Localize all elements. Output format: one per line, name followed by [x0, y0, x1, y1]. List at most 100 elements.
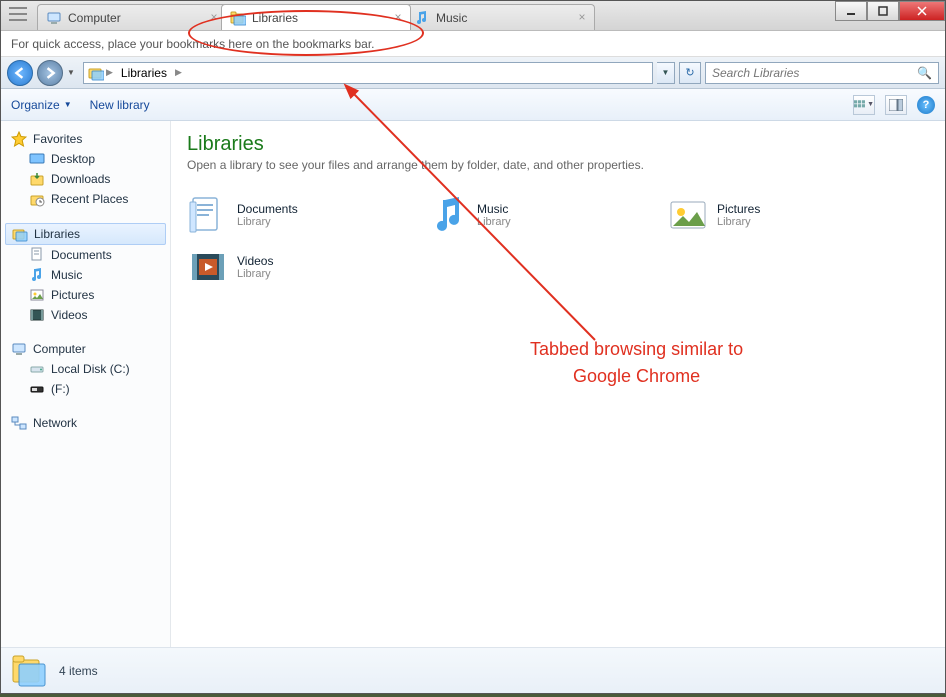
bookmarks-bar: For quick access, place your bookmarks h… [1, 31, 945, 57]
drive-icon [29, 361, 45, 377]
tab-computer[interactable]: Computer × [37, 4, 227, 30]
sidebar-network[interactable]: Network [1, 413, 170, 433]
sidebar-label: Downloads [51, 172, 110, 186]
library-item-videos[interactable]: VideosLibrary [187, 246, 387, 288]
command-bar: Organize ▼ New library ▼ ? [1, 89, 945, 121]
close-icon[interactable]: × [392, 11, 404, 23]
recent-icon [29, 191, 45, 207]
chevron-down-icon: ▼ [64, 100, 72, 109]
help-button[interactable]: ? [917, 96, 935, 114]
item-name: Pictures [717, 202, 760, 216]
maximize-button[interactable] [867, 1, 899, 21]
page-title: Libraries [187, 133, 929, 156]
new-library-label: New library [90, 98, 150, 112]
tab-music[interactable]: Music × [405, 4, 595, 30]
item-name: Documents [237, 202, 298, 216]
sidebar-label: Music [51, 268, 82, 282]
network-icon [11, 415, 27, 431]
libraries-icon [230, 10, 246, 26]
close-icon[interactable]: × [576, 11, 588, 23]
chevron-right-icon[interactable]: ▶ [173, 67, 184, 78]
nav-bar: ▼ ▶ Libraries ▶ ▼ ↻ 🔍 [1, 57, 945, 89]
change-view-button[interactable]: ▼ [853, 95, 875, 115]
address-bar[interactable]: ▶ Libraries ▶ [83, 62, 653, 84]
forward-button[interactable] [37, 60, 63, 86]
refresh-button[interactable]: ↻ [679, 62, 701, 84]
sidebar-item-documents[interactable]: Documents [1, 245, 170, 265]
sidebar-item-music[interactable]: Music [1, 265, 170, 285]
sidebar-item-downloads[interactable]: Downloads [1, 169, 170, 189]
item-type: Library [237, 268, 273, 280]
computer-icon [11, 341, 27, 357]
sidebar-label: Network [33, 416, 77, 430]
sidebar-item-pictures[interactable]: Pictures [1, 285, 170, 305]
sidebar-label: Favorites [33, 132, 82, 146]
star-icon [11, 131, 27, 147]
address-dropdown-icon[interactable]: ▼ [657, 62, 675, 84]
music-icon [29, 267, 45, 283]
bookmarks-hint: For quick access, place your bookmarks h… [11, 37, 375, 51]
sidebar-item-drive-f[interactable]: (F:) [1, 379, 170, 399]
app-menu-icon[interactable] [9, 7, 27, 21]
window-controls [835, 1, 945, 21]
documents-icon [29, 247, 45, 263]
sidebar-label: Recent Places [51, 192, 128, 206]
breadcrumb-libraries[interactable]: Libraries [115, 63, 173, 83]
library-item-music[interactable]: MusicLibrary [427, 194, 627, 236]
navigation-pane: Favorites Desktop Downloads Recent Place… [1, 121, 171, 647]
item-name: Videos [237, 254, 273, 268]
sidebar-favorites[interactable]: Favorites [1, 129, 170, 149]
library-item-documents[interactable]: DocumentsLibrary [187, 194, 387, 236]
tab-label: Music [436, 11, 467, 25]
history-dropdown-icon[interactable]: ▼ [67, 68, 79, 77]
sidebar-computer[interactable]: Computer [1, 339, 170, 359]
search-box[interactable]: 🔍 [705, 62, 939, 84]
page-subtitle: Open a library to see your files and arr… [187, 158, 929, 172]
libraries-icon [11, 654, 49, 688]
chevron-right-icon[interactable]: ▶ [104, 67, 115, 78]
close-button[interactable] [899, 1, 945, 21]
item-name: Music [477, 202, 511, 216]
pictures-icon [29, 287, 45, 303]
details-pane: 4 items [1, 647, 945, 693]
documents-icon [187, 194, 229, 236]
videos-icon [187, 246, 229, 288]
sidebar-label: Local Disk (C:) [51, 362, 130, 376]
sidebar-label: Documents [51, 248, 112, 262]
preview-pane-button[interactable] [885, 95, 907, 115]
library-item-pictures[interactable]: PicturesLibrary [667, 194, 867, 236]
chevron-down-icon: ▼ [867, 101, 874, 108]
sidebar-label: Libraries [34, 227, 80, 241]
sidebar-label: Pictures [51, 288, 94, 302]
organize-menu[interactable]: Organize ▼ [11, 98, 72, 112]
sidebar-libraries[interactable]: Libraries [5, 223, 166, 245]
pictures-icon [667, 194, 709, 236]
new-library-button[interactable]: New library [90, 98, 150, 112]
libraries-icon [12, 226, 28, 242]
search-icon: 🔍 [917, 66, 932, 80]
explorer-window: Computer × Libraries × Music × For quick… [0, 0, 946, 694]
search-input[interactable] [712, 66, 932, 80]
sidebar-label: Videos [51, 308, 87, 322]
sidebar-item-desktop[interactable]: Desktop [1, 149, 170, 169]
tab-label: Computer [68, 11, 121, 25]
explorer-body: Favorites Desktop Downloads Recent Place… [1, 121, 945, 647]
music-icon [414, 10, 430, 26]
music-icon [427, 194, 469, 236]
close-icon[interactable]: × [208, 11, 220, 23]
item-type: Library [477, 216, 511, 228]
tab-libraries[interactable]: Libraries × [221, 4, 411, 30]
sidebar-label: (F:) [51, 382, 70, 396]
sidebar-item-localdisk[interactable]: Local Disk (C:) [1, 359, 170, 379]
minimize-button[interactable] [835, 1, 867, 21]
drive-icon [29, 381, 45, 397]
sidebar-item-recent[interactable]: Recent Places [1, 189, 170, 209]
sidebar-label: Computer [33, 342, 86, 356]
back-button[interactable] [7, 60, 33, 86]
computer-icon [46, 10, 62, 26]
videos-icon [29, 307, 45, 323]
content-pane: Libraries Open a library to see your fil… [171, 121, 945, 647]
sidebar-item-videos[interactable]: Videos [1, 305, 170, 325]
downloads-icon [29, 171, 45, 187]
tab-label: Libraries [252, 11, 298, 25]
